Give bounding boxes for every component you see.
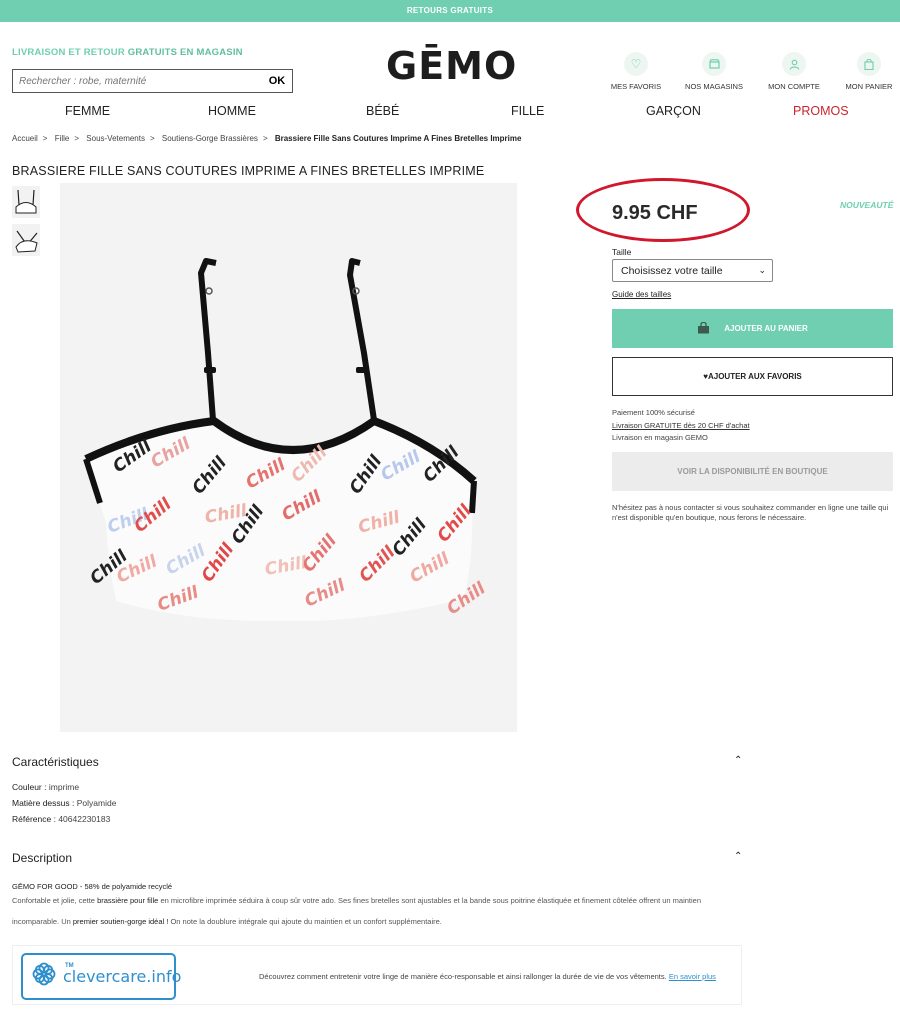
add-to-favorites-button[interactable]: ♥ AJOUTER AUX FAVORIS [612,357,893,396]
stores-link[interactable]: NOS MAGASINS [678,52,750,91]
trademark-mark: TM [65,963,74,969]
description-title[interactable]: Description [12,851,72,865]
breadcrumb-item[interactable]: Fille [55,134,70,143]
payment-info: Paiement 100% sécurisé Livraison GRATUIT… [612,407,750,445]
secure-payment-text: Paiement 100% sécurisé [612,408,695,417]
attr-material: Matière dessus : Polyamide [12,798,116,808]
chevron-down-icon: ⌄ [758,265,766,275]
bag-icon [697,321,710,336]
learn-more-link[interactable]: En savoir plus [669,972,716,981]
free-delivery-link[interactable]: Livraison GRATUITE dès 20 CHF d'achat [612,420,750,433]
attr-color-label: Couleur : [12,782,47,792]
desc-emphasis: brassière pour fille [97,896,159,905]
bag-icon [857,52,881,76]
delivery-promo: LIVRAISON ET RETOUR GRATUITS EN MAGASIN [12,47,243,58]
desc-part: en microfibre imprimée séduira à coup sû… [160,896,702,905]
clevercare-box: clevercare.info TM Découvrez comment ent… [12,945,742,1005]
cart-label: MON PANIER [845,82,893,91]
new-badge: NOUVEAUTÉ [840,200,894,210]
price-highlight-ring [576,178,750,242]
clevercare-logo-text: clevercare.info [63,967,182,986]
breadcrumb-item[interactable]: Accueil [12,134,38,143]
size-guide-link[interactable]: Guide des tailles [612,290,671,299]
clevercare-logo[interactable]: clevercare.info TM [21,953,181,1000]
main-nav: FEMME HOMME BÉBÉ FILLE GARÇON PROMOS [0,104,900,126]
heart-icon: ♡ [624,52,648,76]
desc-part: Confortable et jolie, cette [12,896,95,905]
attr-color: Couleur : imprime [12,782,79,792]
breadcrumb: Accueil > Fille > Sous-Vetements > Soutiens… [12,134,522,143]
search-button[interactable]: OK [262,75,292,87]
chevron-up-icon[interactable]: ⌃ [734,851,742,862]
chevron-up-icon[interactable]: ⌃ [734,755,742,766]
size-label: Taille [612,247,632,257]
favorites-label: MES FAVORIS [610,82,662,91]
size-select-value: Choisissez votre taille [621,264,723,277]
attr-reference: Référence : 40642230183 [12,814,110,824]
attr-material-label: Matière dessus : [12,798,75,808]
description-text: Confortable et jolie, cette brassière po… [12,890,747,932]
desc-part: On note la doublure intégrale qui ajoute… [170,917,442,926]
store-icon [702,52,726,76]
nav-item-homme[interactable]: HOMME [208,104,256,118]
attr-reference-label: Référence : [12,814,56,824]
attr-material-value: Polyamide [76,798,117,808]
nav-item-bebe[interactable]: BÉBÉ [366,104,399,118]
search-input[interactable] [13,70,262,92]
thumbnail-list [12,186,40,262]
search-bar: OK [12,69,293,93]
attr-color-value: imprime [48,782,80,792]
breadcrumb-item[interactable]: Soutiens-Gorge Brassières [162,134,258,143]
store-delivery-text: Livraison en magasin GEMO [612,433,708,442]
nav-item-promos[interactable]: PROMOS [793,104,849,118]
store-availability-button[interactable]: VOIR LA DISPONIBILITÉ EN BOUTIQUE [612,452,893,491]
nav-item-fille[interactable]: FILLE [511,104,544,118]
nav-item-garcon[interactable]: GARÇON [646,104,701,118]
top-banner: RETOURS GRATUITS [0,0,900,22]
contact-help-text: N'hésitez pas à nous contacter si vous s… [612,503,889,522]
delivery-promo-strong: GRATUITS EN MAGASIN [127,47,243,58]
thumbnail-front[interactable] [12,186,40,218]
clevercare-description: Découvrez comment entretenir votre linge… [259,972,667,981]
account-label: MON COMPTE [768,82,820,91]
size-select[interactable]: Choisissez votre taille ⌄ [612,259,773,282]
nav-item-femme[interactable]: FEMME [65,104,110,118]
stores-label: NOS MAGASINS [685,82,743,91]
clevercare-text: Découvrez comment entretenir votre linge… [259,972,716,981]
desc-part: incomparable. Un [12,917,71,926]
gemo-logo[interactable]: GĒMO [386,44,517,88]
thumbnail-side[interactable] [12,224,40,256]
attr-reference-value: 40642230183 [58,814,111,824]
add-to-cart-label: AJOUTER AU PANIER [724,324,808,333]
breadcrumb-current: Brassiere Fille Sans Coutures Imprime A … [274,134,522,143]
account-link[interactable]: MON COMPTE [758,52,830,91]
characteristics-title[interactable]: Caractéristiques [12,755,99,769]
user-icon [782,52,806,76]
desc-emphasis: premier soutien-gorge idéal ! [72,917,169,926]
favorites-link[interactable]: ♡ MES FAVORIS [600,52,672,91]
product-image[interactable]: Chill Chill Chill Chill Chill Chill Chil… [60,183,517,732]
add-to-favorites-label: AJOUTER AUX FAVORIS [707,372,802,381]
add-to-cart-button[interactable]: AJOUTER AU PANIER [612,309,893,348]
delivery-promo-prefix: LIVRAISON ET RETOUR [12,47,125,58]
cart-link[interactable]: MON PANIER [833,52,900,91]
flower-icon [31,961,57,992]
breadcrumb-item[interactable]: Sous-Vetements [86,134,145,143]
product-title: BRASSIERE FILLE SANS COUTURES IMPRIME A … [12,164,485,178]
